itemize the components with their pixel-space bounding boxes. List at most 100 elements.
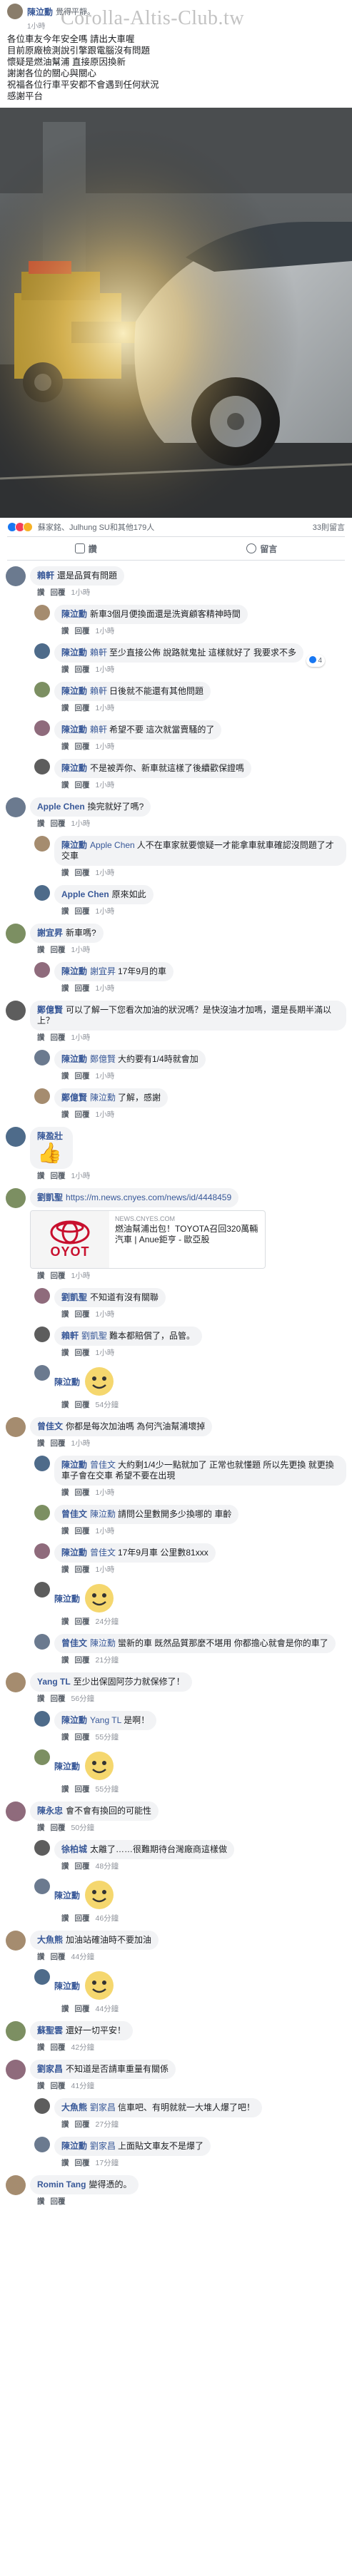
commenter-name[interactable]: 鄭億賢 xyxy=(61,1093,87,1103)
commenter-name[interactable]: 陳泣勳 xyxy=(61,725,87,735)
comment-like-link[interactable]: 讚 xyxy=(61,781,69,789)
comment-reply-link[interactable]: 回覆 xyxy=(75,627,90,635)
commenter-name[interactable]: Apple Chen xyxy=(61,889,109,899)
commenter-avatar[interactable] xyxy=(6,1672,26,1692)
mention-tag[interactable]: 賴軒 xyxy=(90,648,107,658)
commenter-avatar[interactable] xyxy=(34,1634,50,1650)
comment-reply-link[interactable]: 回覆 xyxy=(75,1401,90,1409)
comment-time[interactable]: 1小時 xyxy=(71,946,91,954)
comment-time[interactable]: 1小時 xyxy=(96,781,115,789)
comment-reply-link[interactable]: 回覆 xyxy=(75,1862,90,1871)
commenter-avatar[interactable] xyxy=(6,2060,26,2080)
mention-tag[interactable]: Apple Chen xyxy=(90,840,135,850)
commenter-avatar[interactable] xyxy=(34,1365,50,1381)
comment-reply-link[interactable]: 回覆 xyxy=(75,665,90,674)
comment-like-link[interactable]: 讚 xyxy=(37,1824,45,1832)
comment-reply-link[interactable]: 回覆 xyxy=(75,1656,90,1665)
commenter-avatar[interactable] xyxy=(34,720,50,736)
commenter-name[interactable]: 劉凱聖 xyxy=(61,1292,87,1302)
comment-time[interactable]: 48分鐘 xyxy=(96,1862,119,1871)
comment-like-link[interactable]: 讚 xyxy=(61,2120,69,2129)
comment-like-link[interactable]: 讚 xyxy=(61,1401,69,1409)
commenter-avatar[interactable] xyxy=(34,1088,50,1104)
comment-reply-link[interactable]: 回覆 xyxy=(75,2005,90,2013)
commenter-avatar[interactable] xyxy=(34,1050,50,1065)
comment-time[interactable]: 1小時 xyxy=(96,627,115,635)
commenter-name[interactable]: 謝宜昇 xyxy=(37,928,63,938)
commenter-name[interactable]: 曾佳文 xyxy=(61,1638,87,1648)
comment-like-link[interactable]: 讚 xyxy=(61,665,69,674)
comment-time[interactable]: 1小時 xyxy=(96,665,115,674)
comment-time[interactable]: 54分鐘 xyxy=(96,1401,119,1409)
mention-tag[interactable]: 劉家昌 xyxy=(90,2102,116,2112)
comment-reply-link[interactable]: 回覆 xyxy=(75,704,90,712)
comment-reply-link[interactable]: 回覆 xyxy=(75,1527,90,1535)
comment-like-link[interactable]: 讚 xyxy=(37,1695,45,1703)
commenter-avatar[interactable] xyxy=(34,682,50,697)
comment-reply-link[interactable]: 回覆 xyxy=(75,1488,90,1497)
comment-like-link[interactable]: 讚 xyxy=(37,819,45,828)
comment-time[interactable]: 27分鐘 xyxy=(96,2120,119,2129)
comment-reply-link[interactable]: 回覆 xyxy=(75,984,90,993)
comment-reply-link[interactable]: 回覆 xyxy=(51,1033,66,1042)
comment-like-link[interactable]: 讚 xyxy=(61,1565,69,1574)
sticker-reply[interactable]: 陳泣勳 xyxy=(54,1365,346,1398)
commenter-avatar[interactable] xyxy=(34,1840,50,1856)
comment-time[interactable]: 1小時 xyxy=(71,1272,91,1280)
mention-tag[interactable]: 劉凱聖 xyxy=(81,1331,107,1341)
comment-like-link[interactable]: 讚 xyxy=(37,2197,45,2206)
comment-reaction-badge[interactable]: 4 xyxy=(306,655,326,667)
comment-time[interactable]: 1小時 xyxy=(71,819,91,828)
comment-time[interactable]: 1小時 xyxy=(96,984,115,993)
comment-time[interactable]: 1小時 xyxy=(71,1172,91,1180)
mention-tag[interactable]: 曾佳文 xyxy=(90,1548,116,1558)
mention-tag[interactable]: 曾佳文 xyxy=(90,1460,116,1470)
mention-tag[interactable]: 鄭億賢 xyxy=(90,1054,116,1064)
sticker-reply[interactable]: 陳泣勳 xyxy=(54,1749,346,1782)
mention-tag[interactable]: 劉家昌 xyxy=(90,2141,116,2151)
link-preview-card[interactable]: OYOT NEWS.CNYES.COM 燃油幫浦出包！TOYOTA召回320萬輛汽車… xyxy=(30,1210,266,1269)
commenter-name[interactable]: 陳泣勳 xyxy=(61,966,87,976)
comment-time[interactable]: 1小時 xyxy=(96,1310,115,1319)
commenter-avatar[interactable] xyxy=(6,1417,26,1437)
commenter-name[interactable]: 陳泣勳 xyxy=(61,609,87,619)
commenter-avatar[interactable] xyxy=(34,1543,50,1559)
comment-like-link[interactable]: 讚 xyxy=(61,2005,69,2013)
comment-time[interactable]: 17分鐘 xyxy=(96,2159,119,2167)
commenter-name[interactable]: Romin Tang xyxy=(37,2179,86,2189)
comment-reply-link[interactable]: 回覆 xyxy=(51,819,66,828)
commenter-avatar[interactable] xyxy=(6,566,26,586)
commenter-name[interactable]: Apple Chen xyxy=(37,802,85,812)
commenter-name[interactable]: 陳泣勳 xyxy=(61,1548,87,1558)
comment-like-link[interactable]: 讚 xyxy=(37,2043,45,2052)
comment-time[interactable]: 55分鐘 xyxy=(96,1733,119,1742)
comment-reply-link[interactable]: 回覆 xyxy=(51,1272,66,1280)
comment-reply-link[interactable]: 回覆 xyxy=(51,1439,66,1448)
comment-time[interactable]: 1小時 xyxy=(96,1349,115,1357)
comment-time[interactable]: 1小時 xyxy=(96,742,115,751)
comment-time[interactable]: 55分鐘 xyxy=(96,1785,119,1794)
commenter-name[interactable]: 陳泣勳 xyxy=(54,1593,80,1605)
sticker-reply[interactable]: 陳泣勳 xyxy=(54,1582,346,1615)
commenter-name[interactable]: 陳泣勳 xyxy=(54,1980,80,1992)
comment-time[interactable]: 1小時 xyxy=(96,1565,115,1574)
comment-like-link[interactable]: 讚 xyxy=(61,742,69,751)
commenter-avatar[interactable] xyxy=(34,962,50,978)
comment-time[interactable]: 1小時 xyxy=(96,869,115,877)
commenter-avatar[interactable] xyxy=(6,797,26,817)
comment-reply-link[interactable]: 回覆 xyxy=(75,1914,90,1923)
comment-reply-link[interactable]: 回覆 xyxy=(75,1072,90,1080)
comment-reply-link[interactable]: 回覆 xyxy=(51,2197,66,2206)
commenter-avatar[interactable] xyxy=(34,1969,50,1985)
commenter-name[interactable]: 鄭億賢 xyxy=(37,1005,63,1015)
comment-time[interactable]: 56分鐘 xyxy=(71,1695,95,1703)
comment-reply-link[interactable]: 回覆 xyxy=(51,588,66,597)
commenter-name[interactable]: 大魚熊 xyxy=(37,1935,63,1945)
comment-reply-link[interactable]: 回覆 xyxy=(75,742,90,751)
reactions-bar[interactable]: 蘇家銘、Julhung SU和其他179人 33則留言 xyxy=(0,518,352,536)
comment-reply-link[interactable]: 回覆 xyxy=(75,1310,90,1319)
commenter-name[interactable]: 陳泣勳 xyxy=(61,763,87,773)
comment-like-link[interactable]: 讚 xyxy=(61,1349,69,1357)
commenter-name[interactable]: 大魚熊 xyxy=(61,2102,87,2112)
comment-reply-link[interactable]: 回覆 xyxy=(75,1565,90,1574)
